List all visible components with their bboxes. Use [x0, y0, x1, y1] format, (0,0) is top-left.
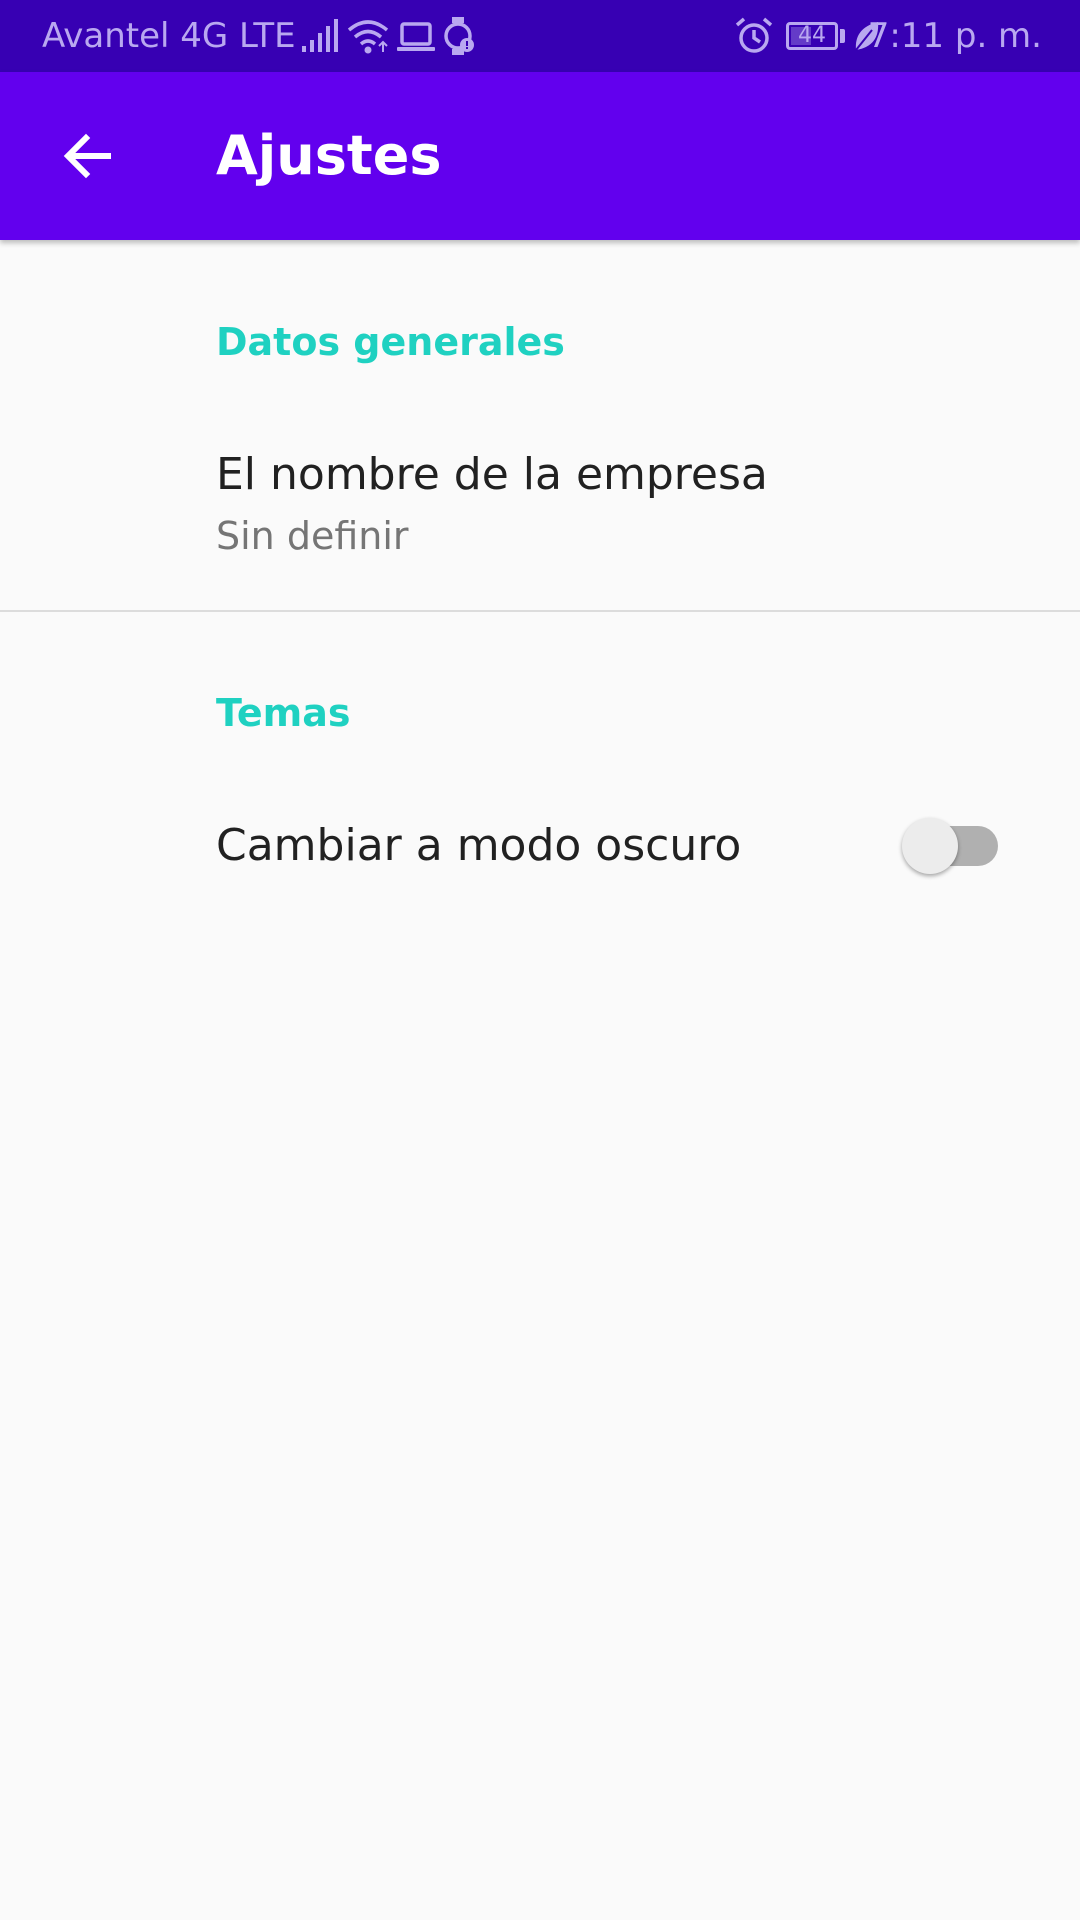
- alarm-icon: [734, 16, 774, 56]
- category-title-general: Datos generales: [216, 320, 565, 364]
- preference-title: El nombre de la empresa: [216, 449, 768, 500]
- switch-thumb: [902, 818, 958, 874]
- settings-screen: Avantel 4G LTE 44 7:11 p. m. Ajustes Dat…: [0, 0, 1080, 1920]
- category-title-themes: Temas: [216, 691, 351, 735]
- signal-icon: [300, 16, 340, 56]
- laptop-icon: [396, 16, 436, 56]
- preference-summary: Sin definir: [216, 514, 409, 558]
- arrow-left-icon: [63, 133, 111, 179]
- clock: 7:11 p. m.: [867, 16, 1042, 56]
- battery-tip: [840, 29, 845, 43]
- section-divider: [0, 610, 1080, 612]
- carrier-label: Avantel 4G LTE: [42, 16, 296, 56]
- preference-title: Cambiar a modo oscuro: [216, 820, 742, 871]
- dark-mode-switch[interactable]: [900, 818, 1000, 874]
- status-bar: Avantel 4G LTE 44 7:11 p. m.: [0, 0, 1080, 72]
- app-bar: Ajustes: [0, 72, 1080, 240]
- page-title: Ajustes: [216, 124, 442, 187]
- back-button[interactable]: [40, 108, 136, 204]
- preference-company-name[interactable]: [0, 414, 1080, 610]
- wifi-icon: [346, 16, 390, 56]
- watch-icon: [442, 16, 476, 56]
- battery-level: 44: [798, 23, 826, 48]
